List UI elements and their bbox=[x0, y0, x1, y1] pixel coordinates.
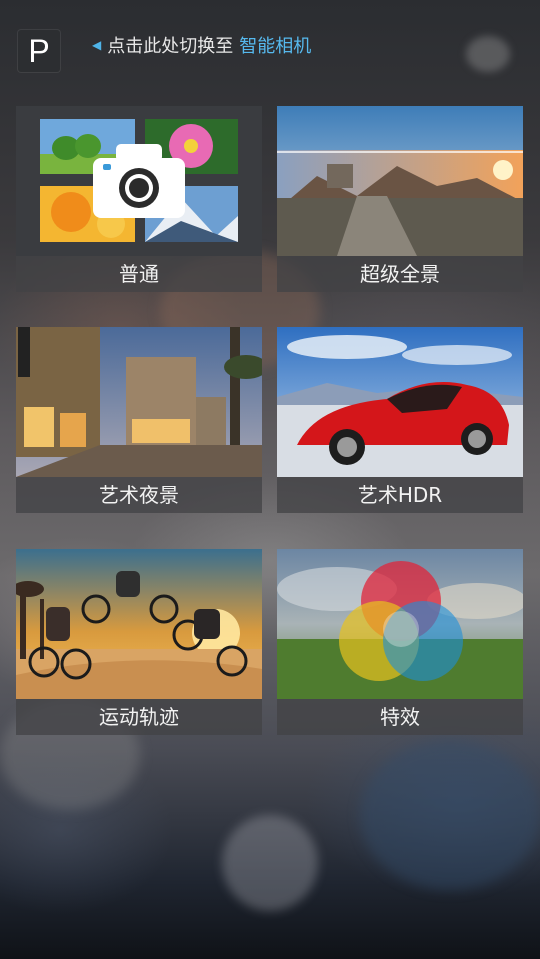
shutter-glow bbox=[222, 815, 318, 911]
mode-label: 艺术HDR bbox=[277, 477, 523, 513]
hint-target: 智能相机 bbox=[239, 36, 312, 57]
mode-label: 运动轨迹 bbox=[16, 699, 262, 735]
mode-tile-effects[interactable]: 特效 bbox=[277, 549, 523, 735]
mode-badge[interactable]: P bbox=[18, 30, 60, 72]
hint-prefix: 点击此处切换至 bbox=[107, 36, 234, 57]
night-mode-thumbnail bbox=[16, 327, 262, 477]
triangle-left-icon: ◀ bbox=[92, 38, 102, 52]
mode-tile-hdr[interactable]: 艺术HDR bbox=[277, 327, 523, 513]
mode-label: 超级全景 bbox=[277, 256, 523, 292]
normal-mode-thumbnail bbox=[16, 106, 262, 256]
panorama-mode-thumbnail bbox=[277, 106, 523, 256]
background-blob bbox=[466, 36, 510, 72]
mode-label: 普通 bbox=[16, 256, 262, 292]
background-blob bbox=[360, 740, 540, 890]
mode-tile-motion[interactable]: 运动轨迹 bbox=[16, 549, 262, 735]
mode-tile-panorama[interactable]: 超级全景 bbox=[277, 106, 523, 292]
motion-mode-thumbnail bbox=[16, 549, 262, 699]
mode-label: 特效 bbox=[277, 699, 523, 735]
mode-tile-normal[interactable]: 普通 bbox=[16, 106, 262, 292]
switch-smart-camera-link[interactable]: ◀ 点击此处切换至 智能相机 bbox=[92, 33, 311, 57]
hdr-mode-thumbnail bbox=[277, 327, 523, 477]
top-bar: P ◀ 点击此处切换至 智能相机 bbox=[0, 0, 540, 90]
mode-label: 艺术夜景 bbox=[16, 477, 262, 513]
mode-tile-night[interactable]: 艺术夜景 bbox=[16, 327, 262, 513]
effects-mode-thumbnail bbox=[277, 549, 523, 699]
